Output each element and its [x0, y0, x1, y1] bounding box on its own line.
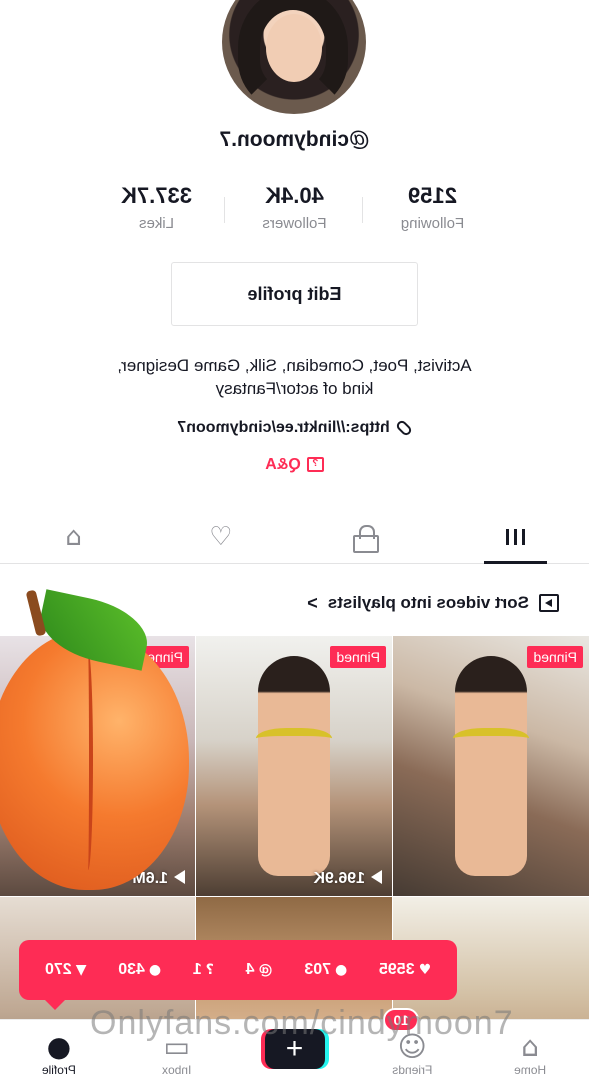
- stat-questions-count: ? 1: [193, 961, 214, 979]
- mention-icon: @: [258, 962, 273, 978]
- sort-playlists-label: Sort videos into playlists: [327, 593, 529, 612]
- profile-icon: ●: [46, 1030, 72, 1063]
- view-count-value: 196.9K: [313, 870, 365, 887]
- watermark-text: Onlyfans.com/cindymoon7: [90, 1004, 514, 1042]
- link-icon: [394, 418, 413, 437]
- tab-videos[interactable]: [442, 510, 589, 563]
- questions-count-value: 1: [192, 961, 202, 978]
- video-thumb-2[interactable]: Pinned 196.9K: [196, 636, 392, 896]
- tagged-icon: ⌂: [65, 521, 82, 552]
- stat-followers-label: Followers: [262, 215, 327, 232]
- person-icon: ●: [148, 962, 162, 978]
- stat-followers-value: 40.4K: [265, 183, 324, 208]
- followers-count-value: 430: [118, 961, 145, 978]
- peach-crease: [83, 650, 93, 870]
- mirrored-screen: @cindymoon.7 2159 Following 40.4K Follow…: [0, 0, 589, 1079]
- stat-following[interactable]: 2159 Following: [364, 183, 502, 243]
- stat-likes-label: Likes: [138, 215, 175, 232]
- stat-comments-count: ● 703: [304, 961, 347, 979]
- view-count: 196.9K: [313, 870, 382, 888]
- question-icon: ?: [205, 962, 214, 978]
- notification-stats-bar[interactable]: ♥ 3595 ● 703 @4 ? 1 ● 430 ▼ 270: [19, 940, 457, 1000]
- likes-count-value: 3595: [378, 961, 415, 978]
- tab-private[interactable]: [295, 510, 442, 563]
- stat-likes-count: ♥ 3595: [379, 961, 431, 979]
- heart-icon: ♥: [418, 962, 432, 978]
- comments-count-value: 703: [304, 961, 331, 978]
- filter-icon: ▼: [75, 962, 87, 978]
- stat-likes[interactable]: 337.7K Likes: [88, 183, 226, 243]
- stat-following-label: Following: [400, 215, 465, 232]
- qa-label: Q&A: [265, 456, 301, 473]
- home-icon: ⌂: [521, 1030, 539, 1063]
- profile-stats: 2159 Following 40.4K Followers 337.7K Li…: [0, 183, 589, 243]
- stat-following-value: 2159: [408, 183, 457, 208]
- playlist-icon: [539, 594, 559, 612]
- filter-count-value: 270: [44, 961, 72, 978]
- tab-liked[interactable]: ♡: [147, 510, 294, 563]
- peach-body: [0, 630, 189, 890]
- nav-home-label: Home: [514, 1063, 547, 1077]
- thumb-figure: [258, 656, 330, 876]
- profile-link[interactable]: https://linktr.ee/cindymoon7: [0, 418, 589, 437]
- thumb-figure: [455, 656, 527, 876]
- pinned-badge: Pinned: [330, 646, 386, 668]
- comment-icon: ●: [335, 962, 348, 978]
- profile-username: @cindymoon.7: [219, 128, 370, 151]
- grid-icon: [505, 525, 525, 548]
- tab-tagged[interactable]: ⌂: [0, 510, 147, 563]
- profile-tabs: ♡ ⌂: [0, 510, 589, 564]
- video-thumb-1[interactable]: Pinned: [393, 636, 589, 896]
- nav-friends-label: Friends: [392, 1063, 433, 1077]
- play-icon: [371, 870, 382, 884]
- nav-inbox-label: Inbox: [162, 1063, 192, 1077]
- avatar-hair: [238, 0, 348, 108]
- thumb-detail: [256, 728, 332, 754]
- peach-sticker: [0, 589, 189, 900]
- profile-bio: Activist, Poet, Comedian, Silk, Game Des…: [60, 354, 529, 400]
- stat-mentions-count: @4: [246, 961, 273, 979]
- stat-followers[interactable]: 40.4K Followers: [226, 183, 364, 243]
- lock-icon: [357, 525, 379, 549]
- bio-line-2: kind of actor/Fantasy: [215, 379, 374, 398]
- profile-avatar[interactable]: [222, 0, 366, 114]
- stat-followers-count: ● 430: [118, 961, 161, 979]
- bio-line-1: Activist, Poet, Comedian, Silk, Game Des…: [117, 356, 472, 375]
- stat-likes-value: 337.7K: [121, 183, 192, 208]
- stat-filter-count: ▼ 270: [45, 961, 86, 979]
- thumb-detail: [453, 728, 529, 754]
- pinned-badge: Pinned: [527, 646, 583, 668]
- liked-heart-icon: ♡: [209, 521, 233, 552]
- mentions-count-value: 4: [245, 961, 255, 978]
- nav-profile-label: Profile: [41, 1063, 76, 1077]
- question-bubble-icon: ?: [306, 457, 324, 473]
- qa-link[interactable]: ? Q&A: [0, 456, 589, 474]
- edit-profile-button[interactable]: Edit profile: [171, 262, 418, 326]
- chevron-right-icon: >: [307, 592, 318, 613]
- profile-link-text: https://linktr.ee/cindymoon7: [177, 419, 390, 436]
